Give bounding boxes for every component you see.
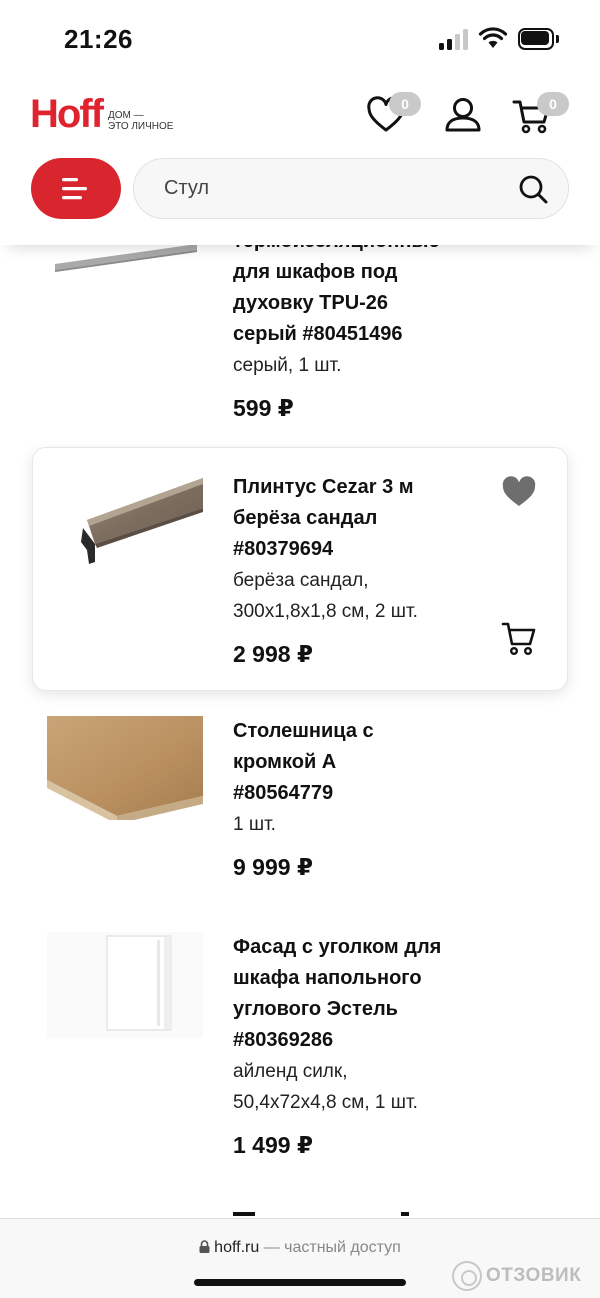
cart-count-badge: 0 [537, 92, 569, 116]
product-image [81, 478, 203, 564]
product-meta-line: 50,4x72x4,8 см, 1 шт. [233, 1092, 418, 1113]
page: 21:26 Hoff ДОМ — ЭТО ЛИЧНОЕ 0 0 Стул для… [0, 0, 600, 1298]
product-title-line: для шкафов под [233, 261, 398, 283]
product-title-line: духовку TPU-26 [233, 292, 389, 314]
product-title-line: Фасад с уголком для [233, 936, 442, 958]
hoff-logo[interactable]: Hoff ДОМ — ЭТО ЛИЧНОЕ [30, 90, 173, 134]
browser-url-bar[interactable]: hoff.ru — частный доступ ОТЗОВИК [0, 1218, 600, 1298]
product-title-line: углового Эстель [233, 998, 398, 1020]
product-title-line: Столешница с [233, 720, 374, 742]
product-title-line: кромкой А [233, 751, 337, 773]
battery-icon [518, 28, 560, 50]
product-title-line: Плинтус Cezar 3 м [233, 476, 414, 498]
product-price: 2 998 ₽ [233, 641, 313, 667]
watermark-text: ОТЗОВИК [486, 1265, 582, 1286]
product-title-line: #80564779 [233, 782, 334, 804]
product-meta: серый, 1 шт. [233, 350, 488, 381]
product-image [47, 716, 203, 820]
product-card-highlighted[interactable]: Плинтус Cezar 3 м берёза сандал #8037969… [32, 447, 568, 691]
status-time: 21:26 [64, 24, 133, 54]
product-price: 9 999 ₽ [233, 854, 313, 880]
product-title-line: #80379694 [233, 538, 334, 560]
search-bar[interactable] [133, 158, 569, 219]
favorites-count-badge: 0 [389, 92, 421, 116]
url-host: hoff.ru [214, 1239, 260, 1256]
logo-tagline: ДОМ — ЭТО ЛИЧНОЕ [108, 110, 174, 132]
menu-icon [62, 178, 87, 200]
product-title-line: берёза сандал [233, 507, 378, 529]
cellular-signal-icon [439, 28, 469, 50]
product-image [55, 244, 197, 272]
product-price: 599 ₽ [233, 395, 294, 421]
product-price: 1 499 ₽ [233, 1132, 313, 1158]
product-title[interactable]: Плинтус Cezar 3 м берёза сандал #8037969… [233, 472, 488, 565]
product-item[interactable]: термоизоляционные для шкафов под духовку… [33, 226, 568, 436]
product-meta-line: 1 шт. [233, 814, 276, 835]
product-image [47, 932, 203, 1038]
user-icon[interactable] [443, 96, 483, 136]
site-header: Hoff ДОМ — ЭТО ЛИЧНОЕ 0 0 [0, 80, 600, 245]
lock-icon [199, 1240, 210, 1253]
product-title-line: серый #80451496 [233, 323, 403, 345]
private-mode-label: частный доступ [284, 1239, 401, 1256]
product-title-line: шкафа напольного [233, 967, 422, 989]
search-input[interactable] [164, 173, 494, 203]
product-meta: берёза сандал, 300x1,8x1,8 см, 2 шт. [233, 565, 488, 627]
product-meta: 1 шт. [233, 809, 488, 840]
cart-icon[interactable] [501, 620, 537, 656]
watermark-logo-icon [452, 1261, 482, 1291]
product-title[interactable]: Столешница с кромкой А #80564779 [233, 716, 488, 809]
logo-wordmark: Hoff [30, 92, 104, 136]
home-indicator[interactable] [194, 1279, 406, 1286]
product-meta-line: айленд силк, [233, 1061, 348, 1082]
search-icon[interactable] [518, 174, 548, 204]
status-bar: 21:26 [0, 0, 600, 80]
product-meta: айленд силк, 50,4x72x4,8 см, 1 шт. [233, 1056, 488, 1118]
wifi-icon [478, 27, 508, 48]
logo-tagline-line-2: ЭТО ЛИЧНОЕ [107, 121, 174, 132]
product-meta-line: берёза сандал, [233, 570, 369, 591]
product-title-line: #80369286 [233, 1029, 334, 1051]
url-separator: — [259, 1239, 285, 1256]
catalog-menu-button[interactable] [31, 158, 121, 219]
product-meta-line: серый, 1 шт. [233, 355, 342, 376]
product-meta-line: 300x1,8x1,8 см, 2 шт. [233, 601, 418, 622]
heart-filled-icon[interactable] [501, 476, 537, 508]
product-item[interactable]: Фасад с уголком для шкафа напольного угл… [33, 932, 568, 1172]
otzovik-watermark: ОТЗОВИК [452, 1261, 581, 1291]
product-title[interactable]: Фасад с уголком для шкафа напольного угл… [233, 932, 488, 1056]
logo-tagline-line-1: ДОМ — [107, 110, 144, 121]
product-item[interactable]: Столешница с кромкой А #80564779 1 шт. 9… [33, 716, 568, 906]
url-display[interactable]: hoff.ru — частный доступ [0, 1239, 600, 1257]
